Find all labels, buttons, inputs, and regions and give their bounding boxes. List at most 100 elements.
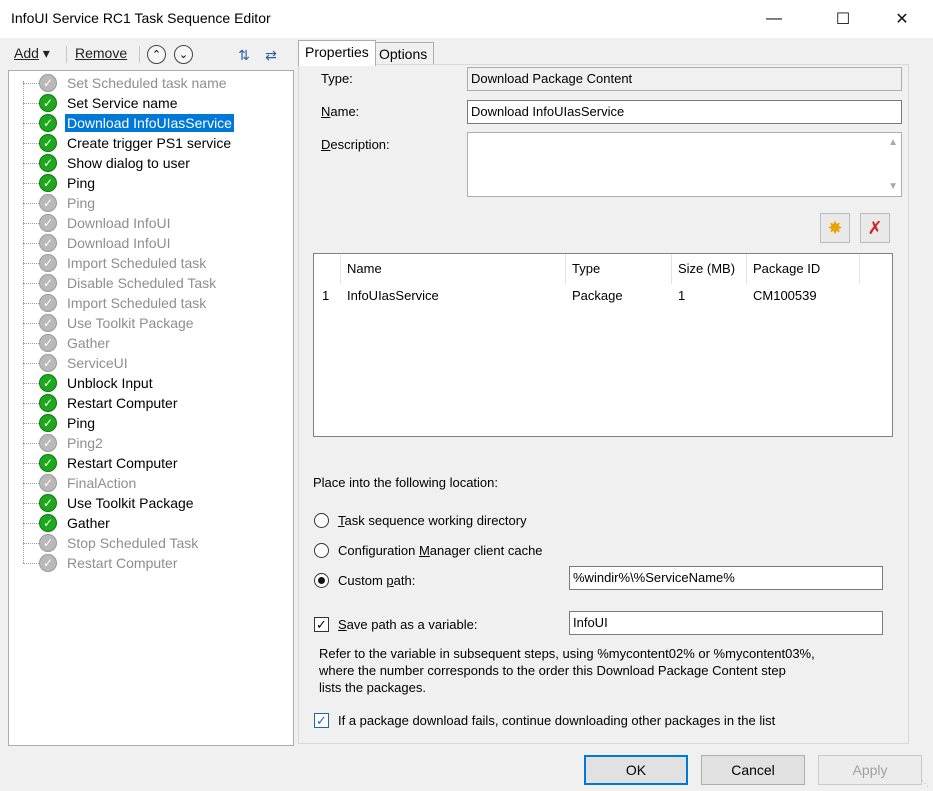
cancel-button[interactable]: Cancel bbox=[701, 755, 805, 785]
move-down-icon[interactable]: ⌄ bbox=[174, 45, 193, 64]
column-header-name[interactable]: Name bbox=[341, 254, 566, 284]
column-header-index bbox=[314, 254, 341, 284]
tree-item[interactable]: ✓ Gather bbox=[9, 513, 289, 533]
save-path-checkbox[interactable]: ✓ bbox=[314, 617, 329, 632]
tree-connector bbox=[23, 303, 39, 304]
tree-item[interactable]: ✓ FinalAction bbox=[9, 473, 289, 493]
task-sequence-tree[interactable]: ✓ Set Scheduled task name ✓ Set Service nam… bbox=[8, 70, 294, 746]
client-cache-radio[interactable] bbox=[314, 543, 329, 558]
ok-button[interactable]: OK bbox=[584, 755, 688, 785]
disabled-check-icon: ✓ bbox=[39, 214, 57, 232]
tree-item-label: Download InfoUI bbox=[67, 235, 171, 251]
tree-item[interactable]: ✓ Set Service name bbox=[9, 93, 289, 113]
tree-item[interactable]: ✓ Ping bbox=[9, 193, 289, 213]
tree-item[interactable]: ✓ Stop Scheduled Task bbox=[9, 533, 289, 553]
disabled-check-icon: ✓ bbox=[39, 334, 57, 352]
disabled-check-icon: ✓ bbox=[39, 274, 57, 292]
client-cache-label[interactable]: Configuration Manager client cache bbox=[338, 543, 543, 558]
check-icon: ✓ bbox=[39, 94, 57, 112]
column-header-size[interactable]: Size (MB) bbox=[672, 254, 747, 284]
name-label: Name: bbox=[321, 104, 360, 119]
disabled-check-icon: ✓ bbox=[39, 354, 57, 372]
tree-connector bbox=[23, 243, 39, 244]
tree-item[interactable]: ✓ Ping2 bbox=[9, 433, 289, 453]
tree-item[interactable]: ✓ Download InfoUI bbox=[9, 233, 289, 253]
apply-button[interactable]: Apply bbox=[818, 755, 922, 785]
tree-item-label: ServiceUI bbox=[67, 355, 128, 371]
tree-item-label: Gather bbox=[67, 515, 110, 531]
tree-item[interactable]: ✓ Show dialog to user bbox=[9, 153, 289, 173]
packages-grid[interactable]: Name Type Size (MB) Package ID 1 InfoUIa… bbox=[313, 253, 893, 437]
tab-options[interactable]: Options bbox=[372, 42, 435, 65]
delete-package-icon[interactable]: ✗ bbox=[860, 213, 890, 243]
tree-item[interactable]: ✓ Download InfoUIasService bbox=[9, 113, 289, 133]
tree-item[interactable]: ✓ Gather bbox=[9, 333, 289, 353]
tab-properties[interactable]: Properties bbox=[298, 40, 376, 66]
expand-icon[interactable]: ⇄ bbox=[261, 45, 281, 65]
name-field[interactable]: Download InfoUIasService bbox=[467, 100, 902, 124]
maximize-icon[interactable]: ☐ bbox=[820, 0, 866, 38]
help-text-line2: where the number corresponds to the orde… bbox=[319, 663, 786, 678]
package-id: CM100539 bbox=[753, 288, 817, 303]
help-text-line1: Refer to the variable in subsequent step… bbox=[319, 646, 815, 661]
tree-item-label: FinalAction bbox=[67, 475, 137, 491]
new-package-icon[interactable]: ✸ bbox=[820, 213, 850, 243]
tree-connector bbox=[23, 443, 39, 444]
check-icon: ✓ bbox=[39, 494, 57, 512]
save-path-label[interactable]: Save path as a variable: bbox=[338, 617, 477, 632]
tree-connector bbox=[23, 83, 39, 84]
save-path-variable-field[interactable]: InfoUI bbox=[569, 611, 883, 635]
tree-item[interactable]: ✓ Download InfoUI bbox=[9, 213, 289, 233]
toolbar-separator bbox=[66, 46, 67, 63]
tree-item[interactable]: ✓ Ping bbox=[9, 173, 289, 193]
package-size: 1 bbox=[678, 288, 686, 303]
working-directory-label[interactable]: Task sequence working directory bbox=[338, 513, 527, 528]
tree-item-label: Set Scheduled task name bbox=[67, 75, 227, 91]
tree-connector bbox=[23, 403, 39, 404]
tree-connector bbox=[23, 123, 39, 124]
tree-item[interactable]: ✓ Ping bbox=[9, 413, 289, 433]
tree-item[interactable]: ✓ Unblock Input bbox=[9, 373, 289, 393]
tree-item[interactable]: ✓ ServiceUI bbox=[9, 353, 289, 373]
tree-item[interactable]: ✓ Import Scheduled task bbox=[9, 293, 289, 313]
minimize-icon[interactable]: — bbox=[751, 0, 797, 38]
custom-path-field[interactable]: %windir%\%ServiceName% bbox=[569, 566, 883, 590]
tree-item[interactable]: ✓ Restart Computer bbox=[9, 393, 289, 413]
custom-path-radio[interactable] bbox=[314, 573, 329, 588]
continue-download-label[interactable]: If a package download fails, continue do… bbox=[338, 713, 775, 728]
tree-toolbar: Add ▾ Remove ⌃ ⌄ ⇅ ⇄ bbox=[8, 42, 293, 66]
close-icon[interactable]: ✕ bbox=[879, 0, 925, 38]
check-icon: ✓ bbox=[39, 514, 57, 532]
tree-item-label: Ping bbox=[67, 415, 96, 431]
add-button[interactable]: Add ▾ bbox=[14, 45, 50, 62]
tree-item[interactable]: ✓ Restart Computer bbox=[9, 453, 289, 473]
tree-item[interactable]: ✓ Restart Computer bbox=[9, 553, 289, 573]
continue-download-checkbox[interactable]: ✓ bbox=[314, 713, 329, 728]
tree-item-label: Import Scheduled task bbox=[67, 295, 207, 311]
remove-button[interactable]: Remove bbox=[75, 45, 127, 61]
tree-item-label: Import Scheduled task bbox=[67, 255, 207, 271]
tree-connector bbox=[23, 543, 39, 544]
scroll-down-icon[interactable]: ▼ bbox=[888, 181, 898, 192]
tree-item-label: Ping bbox=[67, 195, 96, 211]
custom-path-label[interactable]: Custom path: bbox=[338, 573, 415, 588]
column-header-package-id[interactable]: Package ID bbox=[747, 254, 860, 284]
collapse-icon[interactable]: ⇅ bbox=[234, 45, 254, 65]
tree-item[interactable]: ✓ Set Scheduled task name bbox=[9, 73, 289, 93]
disabled-check-icon: ✓ bbox=[39, 534, 57, 552]
tree-item[interactable]: ✓ Disable Scheduled Task bbox=[9, 273, 289, 293]
description-field[interactable]: ▲ ▼ bbox=[467, 132, 902, 197]
tree-item[interactable]: ✓ Use Toolkit Package bbox=[9, 493, 289, 513]
working-directory-radio[interactable] bbox=[314, 513, 329, 528]
scroll-up-icon[interactable]: ▲ bbox=[888, 137, 898, 148]
help-text-line3: lists the packages. bbox=[319, 680, 426, 695]
tree-item[interactable]: ✓ Create trigger PS1 service bbox=[9, 133, 289, 153]
column-header-type[interactable]: Type bbox=[566, 254, 672, 284]
tree-item[interactable]: ✓ Import Scheduled task bbox=[9, 253, 289, 273]
tree-connector bbox=[23, 503, 39, 504]
tree-item[interactable]: ✓ Use Toolkit Package bbox=[9, 313, 289, 333]
tree-connector bbox=[23, 223, 39, 224]
resize-grip-icon[interactable]: ⋱ bbox=[921, 779, 931, 789]
move-up-icon[interactable]: ⌃ bbox=[147, 45, 166, 64]
tree-item-label: Disable Scheduled Task bbox=[67, 275, 217, 291]
